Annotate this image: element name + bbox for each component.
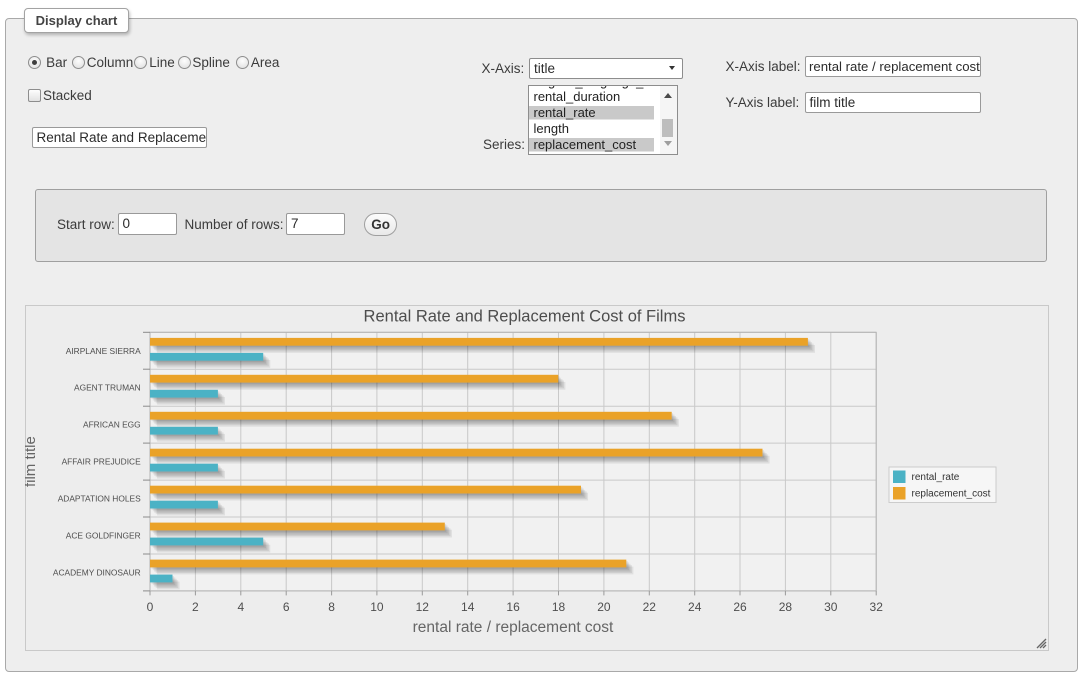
svg-text:24: 24 (688, 600, 702, 614)
svg-text:film title: film title (25, 436, 39, 487)
svg-text:26: 26 (733, 600, 747, 614)
svg-text:rental rate / replacement cost: rental rate / replacement cost (412, 619, 613, 636)
svg-text:ACADEMY DINOSAUR: ACADEMY DINOSAUR (52, 567, 140, 577)
svg-text:ACE GOLDFINGER: ACE GOLDFINGER (65, 530, 140, 540)
svg-text:8: 8 (328, 600, 335, 614)
svg-text:32: 32 (869, 600, 883, 614)
svg-text:20: 20 (597, 600, 611, 614)
svg-text:Rental Rate and Replacement Co: Rental Rate and Replacement Cost of Film… (363, 307, 685, 325)
svg-text:2: 2 (192, 600, 199, 614)
svg-text:0: 0 (146, 600, 153, 614)
svg-text:AFFAIR PREJUDICE: AFFAIR PREJUDICE (61, 456, 141, 466)
svg-text:4: 4 (237, 600, 244, 614)
svg-text:6: 6 (282, 600, 289, 614)
svg-text:28: 28 (778, 600, 792, 614)
svg-text:replacement_cost: replacement_cost (911, 488, 990, 499)
svg-text:10: 10 (370, 600, 384, 614)
svg-text:rental_rate: rental_rate (911, 471, 959, 482)
svg-text:AFRICAN EGG: AFRICAN EGG (82, 419, 140, 429)
svg-text:16: 16 (506, 600, 520, 614)
svg-text:22: 22 (642, 600, 656, 614)
svg-text:14: 14 (461, 600, 475, 614)
svg-text:18: 18 (551, 600, 565, 614)
svg-text:30: 30 (824, 600, 838, 614)
svg-text:ADAPTATION HOLES: ADAPTATION HOLES (57, 493, 140, 503)
svg-text:12: 12 (415, 600, 429, 614)
svg-text:AIRPLANE SIERRA: AIRPLANE SIERRA (65, 345, 140, 355)
svg-text:AGENT TRUMAN: AGENT TRUMAN (73, 382, 140, 392)
